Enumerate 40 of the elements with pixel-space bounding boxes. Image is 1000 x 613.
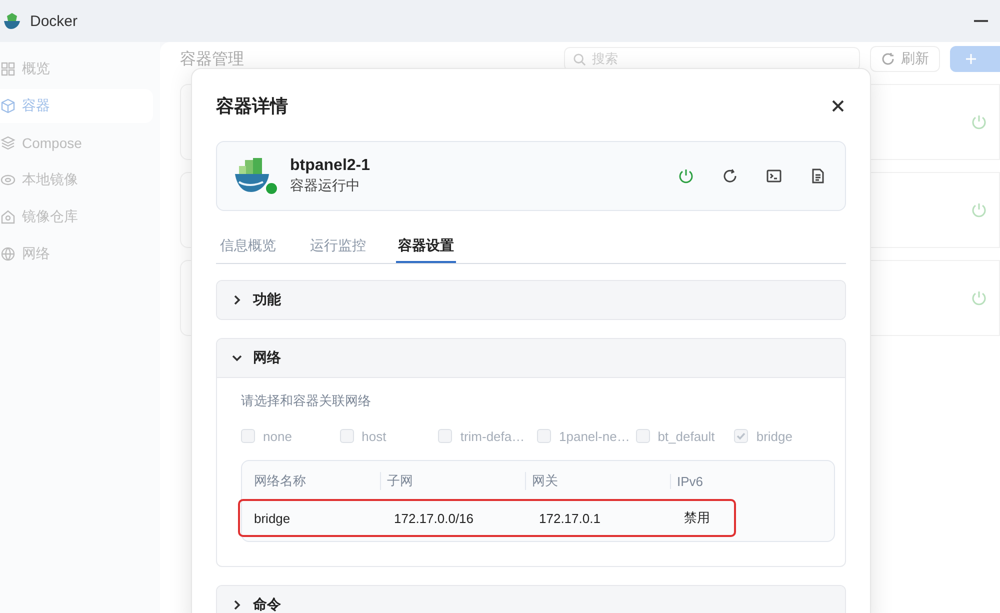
tab[interactable]: 信息概览 [216,231,276,263]
eye-icon [0,172,16,188]
refresh-icon [881,52,895,66]
search-icon [573,52,586,66]
sidebar-item[interactable]: 概览 [0,52,153,86]
page-title: 容器管理 [180,50,244,70]
column-header: 网络名称 [253,472,307,490]
section-header[interactable]: 网络 [217,339,845,377]
column-header: IPv6 [670,474,810,488]
column-header: 子网 [380,472,525,490]
tab[interactable]: 运行监控 [306,231,366,263]
close-button[interactable] [830,98,846,114]
sidebar-item[interactable]: Compose [0,126,153,160]
sidebar-item[interactable]: 本地镜像 [0,163,153,197]
tab[interactable]: 容器设置 [396,231,456,263]
globe-icon [0,246,16,262]
check-icon [736,431,746,441]
grid-icon [0,61,16,77]
refresh-button[interactable]: 刷新 [870,46,940,72]
refresh-icon [722,168,738,184]
column-header: 网关 [525,472,670,490]
plus-icon [964,52,978,66]
section-hint: 请选择和容器关联网络 [241,392,372,410]
cube-icon [0,98,16,114]
sidebar-item[interactable]: 容器 [0,89,153,123]
table-cell-text: 172.17.0.1 [538,510,602,526]
container-name: btpanel2-1 [290,157,370,175]
section-header[interactable]: 命令 [217,586,845,613]
dialog-title: 容器详情 [216,95,288,118]
table-cell-text: 172.17.0.0/16 [393,510,475,526]
layers-icon [0,135,16,151]
house-icon [0,209,16,225]
app-logo-icon [2,11,22,31]
section-header[interactable]: 功能 [217,281,845,319]
table-cell-text: bridge [253,510,292,526]
sidebar-item[interactable]: 镜像仓库 [0,200,153,234]
table-cell-text: 禁用 [683,509,711,527]
sidebar-item[interactable]: 网络 [0,237,153,271]
container-status: 容器运行中 [290,177,361,195]
window-title: Docker [30,12,78,30]
